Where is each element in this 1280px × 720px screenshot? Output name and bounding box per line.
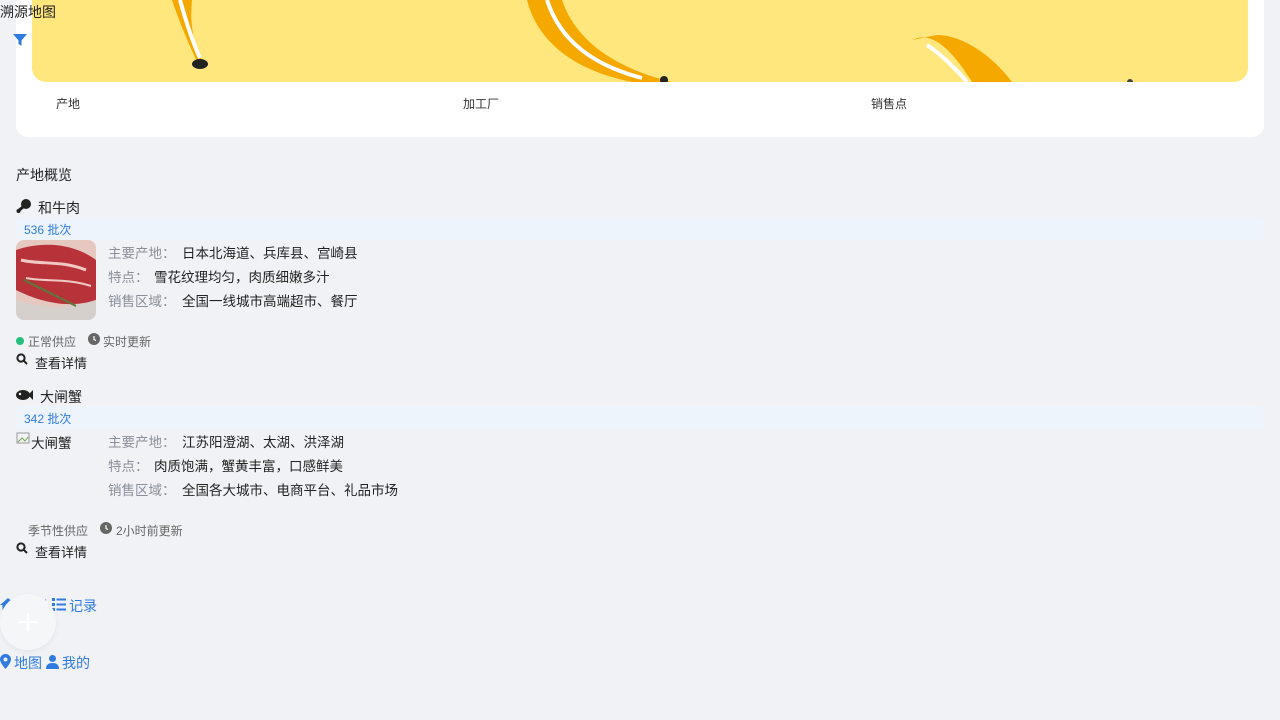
user-icon [46,654,59,672]
map-title: 溯源地图 [0,4,56,20]
search-icon [16,353,28,365]
broken-image-icon [16,431,30,445]
feature-value: 肉质饱满，蟹黄丰富，口感鲜美 [154,459,343,474]
product-name: 大闸蟹 [40,389,82,405]
nav-mine[interactable]: 我的 [46,653,90,673]
feature-label: 特点： [108,459,149,474]
stage-origin[interactable]: 产地 [56,95,80,112]
batch-bar [16,217,1264,240]
product-name: 和牛肉 [38,200,80,216]
supply-status: 季节性供应 [28,524,89,538]
batch-bar [16,406,1264,429]
crab-image-alt: 大闸蟹 [31,436,72,451]
supply-status: 正常供应 [28,335,77,349]
batch-count: 342 批次 [24,412,72,426]
sales-area-label: 销售区域： [108,294,176,309]
batch-count: 536 批次 [24,223,72,237]
feature-label: 特点： [108,270,149,285]
origin-label: 主要产地： [108,435,176,450]
nav-map-label: 地图 [14,655,42,671]
update-status: 2小时前更新 [116,524,183,538]
sales-area-label: 销售区域： [108,483,176,498]
map-banner-image [32,0,1248,82]
stage-retail[interactable]: 销售点 [871,95,907,112]
nav-records[interactable]: 记录 [52,596,97,616]
nav-records-label: 记录 [69,598,97,614]
search-icon [16,542,28,554]
nav-mine-label: 我的 [62,655,90,671]
clock-icon [88,333,100,345]
status-dot-icon [16,337,24,345]
filter-icon[interactable] [13,33,27,47]
drumstick-icon [16,198,34,214]
nav-map[interactable]: 地图 [0,653,42,673]
origin-value: 江苏阳澄湖、太湖、洪泽湖 [182,435,344,450]
update-status: 实时更新 [103,335,152,349]
clock-icon [100,522,112,534]
origin-label: 主要产地： [108,246,176,261]
beef-thumbnail [16,240,96,320]
plus-icon [18,612,38,632]
map-marker-icon [0,654,11,672]
add-button[interactable] [0,594,56,650]
sales-area-value: 全国各大城市、电商平台、礼品市场 [182,483,398,498]
view-detail-button[interactable]: 查看详情 [35,353,87,372]
stage-factory[interactable]: 加工厂 [463,95,499,112]
origin-value: 日本北海道、兵库县、宫崎县 [182,246,358,261]
view-detail-button[interactable]: 查看详情 [35,542,87,561]
sales-area-value: 全国一线城市高端超市、餐厅 [182,294,358,309]
feature-value: 雪花纹理均匀，肉质细嫩多汁 [154,270,330,285]
fish-icon [15,388,33,404]
overview-title: 产地概览 [16,167,72,183]
